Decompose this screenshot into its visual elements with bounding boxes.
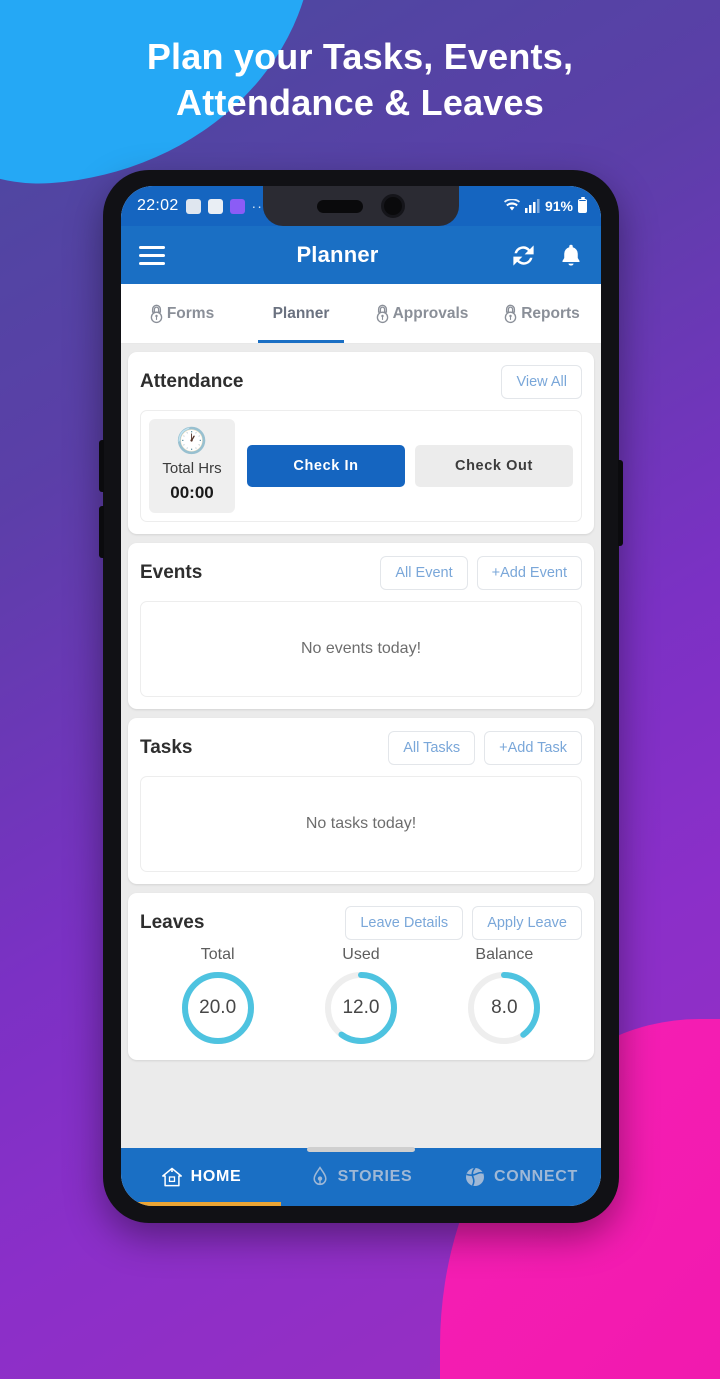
tab-approvals[interactable]: Approvals [361,284,481,343]
volume-up-button[interactable] [99,440,104,492]
leave-details-button[interactable]: Leave Details [345,906,464,940]
leaves-card-header: Leaves Leave Details Apply Leave [140,904,582,942]
nav-item-stories[interactable]: STORIES [281,1166,441,1188]
all-tasks-button[interactable]: All Tasks [388,731,476,765]
front-camera [381,194,405,218]
leave-ring-balance: Balance 8.0 [464,946,544,1048]
home-icon [161,1167,182,1187]
leave-ring-total: Total 20.0 [178,946,258,1048]
refresh-icon[interactable] [510,242,537,269]
lock-icon [504,304,517,323]
tab-approvals-label: Approvals [392,304,469,322]
attendance-card: Attendance View All 🕐 Total Hrs 00:00 Ch… [128,352,594,534]
promo-headline: Plan your Tasks, Events, Attendance & Le… [0,34,720,126]
volume-down-button[interactable] [99,506,104,558]
app-icon-1 [185,198,201,214]
events-card: Events All Event +Add Event No events to… [128,543,594,709]
nav-item-connect[interactable]: CONNECT [441,1166,601,1188]
battery-icon [578,197,587,213]
leave-ring-balance-value: 8.0 [491,997,518,1018]
battery-percent-label: 91% [544,198,573,214]
add-task-button[interactable]: +Add Task [484,731,582,765]
gesture-handle [307,1147,415,1152]
tab-planner[interactable]: Planner [241,284,361,343]
nav-item-home-label: HOME [190,1168,242,1185]
tasks-empty-state: No tasks today! [140,776,582,872]
signal-icon [524,199,540,213]
headline-line-1: Plan your Tasks, Events, [146,36,574,77]
attendance-title: Attendance [140,371,244,392]
attendance-body: 🕐 Total Hrs 00:00 Check In Check Out [140,410,582,522]
app-icon-3 [229,198,245,214]
leaves-card: Leaves Leave Details Apply Leave Total 2… [128,893,594,1060]
leave-ring-total-value: 20.0 [199,997,237,1018]
status-bar-right: 91% [503,197,587,214]
phone-screen: 22:02 ·· 91% Planner Forms Planner Appro… [121,186,601,1206]
apply-leave-button[interactable]: Apply Leave [472,906,582,940]
events-title: Events [140,562,203,583]
status-time: 22:02 [137,197,179,214]
app-icon-2 [207,198,223,214]
page-title: Planner [296,242,379,267]
leave-ring-used-value: 12.0 [342,997,380,1018]
total-hours-label: Total Hrs [162,460,222,477]
tasks-card: Tasks All Tasks +Add Task No tasks today… [128,718,594,884]
events-card-header: Events All Event +Add Event [140,554,582,592]
nav-active-indicator [121,1202,281,1206]
nav-item-home[interactable]: HOME [121,1166,281,1188]
leave-ring-total-label: Total [200,946,235,963]
leave-ring-used-label: Used [342,946,380,963]
lock-icon [376,304,388,323]
bottom-navigation: HOME STORIES CONNECT [121,1147,601,1206]
attendance-card-header: Attendance View All [140,363,582,401]
app-bar: Planner [121,226,601,284]
tab-forms[interactable]: Forms [121,284,241,343]
power-button[interactable] [618,460,623,546]
app-bar-actions [510,242,583,269]
status-bar-left: 22:02 ·· [137,197,263,215]
page-content: Attendance View All 🕐 Total Hrs 00:00 Ch… [121,344,601,1148]
events-empty-state: No events today! [140,601,582,697]
tab-forms-label: Forms [166,304,215,322]
earpiece-speaker [317,199,363,213]
leaves-rings: Total 20.0 Used 12.0 Balance 8.0 [140,946,582,1048]
all-events-button[interactable]: All Event [380,556,468,590]
promo-screenshot-root: Plan your Tasks, Events, Attendance & Le… [0,0,720,1379]
attendance-actions: Check In Check Out [235,419,573,513]
tasks-card-header: Tasks All Tasks +Add Task [140,729,582,767]
pen-drop-icon [313,1166,327,1186]
hamburger-menu-icon[interactable] [139,245,165,265]
nav-item-connect-label: CONNECT [493,1168,578,1185]
tab-planner-label: Planner [272,304,330,322]
tab-reports-label: Reports [521,304,580,322]
check-out-button[interactable]: Check Out [415,445,573,487]
bell-icon[interactable] [559,242,583,269]
leave-ring-used: Used 12.0 [321,946,401,1048]
phone-notch [263,186,459,226]
lock-icon [150,304,163,323]
tab-reports[interactable]: Reports [481,284,601,343]
view-all-button[interactable]: View All [501,365,582,399]
add-event-button[interactable]: +Add Event [476,556,582,590]
headline-line-2: Attendance & Leaves [176,82,544,123]
wifi-icon [503,199,520,211]
nav-item-stories-label: STORIES [337,1168,413,1185]
clock-icon: 🕐 [176,427,208,455]
globe-icon [465,1167,484,1186]
leave-ring-balance-label: Balance [475,946,534,963]
phone-mockup: 22:02 ·· 91% Planner Forms Planner Appro… [99,170,623,1223]
leaves-title: Leaves [140,912,205,933]
status-overflow-dots: ·· [251,198,263,214]
total-hours-value: 00:00 [170,483,214,502]
tasks-title: Tasks [140,737,193,758]
total-hours-block: 🕐 Total Hrs 00:00 [149,419,235,513]
section-tabs: Forms Planner Approvals Reports [121,284,601,344]
check-in-button[interactable]: Check In [247,445,405,487]
